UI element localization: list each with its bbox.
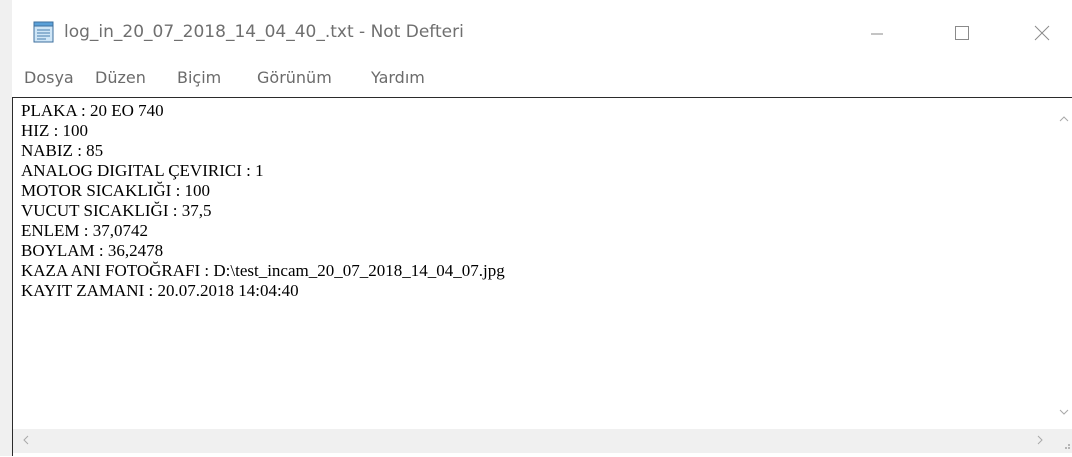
menu-file[interactable]: Dosya <box>24 68 74 87</box>
text-line: KAYIT ZAMANI : 20.07.2018 14:04:40 <box>21 281 299 300</box>
maximize-icon <box>955 26 969 40</box>
title-bar[interactable]: log_in_20_07_2018_14_04_40_.txt - Not De… <box>12 0 1072 64</box>
text-line: MOTOR SICAKLIĞI : 100 <box>21 181 211 200</box>
minimize-button[interactable] <box>847 12 907 54</box>
text-line: ANALOG DIGITAL ÇEVIRICI : 1 <box>21 161 264 180</box>
text-line: PLAKA : 20 EO 740 <box>21 101 164 120</box>
menu-edit[interactable]: Düzen <box>95 68 146 87</box>
text-line: VUCUT SICAKLIĞI : 37,5 <box>21 201 212 220</box>
resize-grip-icon <box>1065 444 1070 449</box>
resize-grip[interactable] <box>1056 429 1072 453</box>
scroll-down-icon[interactable] <box>1059 405 1069 418</box>
scroll-up-icon[interactable] <box>1059 112 1069 125</box>
scroll-right-icon[interactable] <box>1037 435 1043 448</box>
menu-view[interactable]: Görünüm <box>257 68 332 87</box>
menu-help[interactable]: Yardım <box>371 68 425 87</box>
text-line: NABIZ : 85 <box>21 141 104 160</box>
text-line: BOYLAM : 36,2478 <box>21 241 164 260</box>
menu-bar: Dosya Düzen Biçim Görünüm Yardım <box>12 64 1072 96</box>
notepad-window: log_in_20_07_2018_14_04_40_.txt - Not De… <box>12 0 1072 456</box>
desktop-edge <box>0 0 12 456</box>
horizontal-scrollbar[interactable] <box>13 429 1056 453</box>
minimize-icon <box>871 33 883 35</box>
vertical-scrollbar[interactable] <box>1056 98 1072 428</box>
close-button[interactable] <box>1012 12 1072 54</box>
scroll-left-icon[interactable] <box>23 435 29 448</box>
text-editor[interactable]: PLAKA : 20 EO 740 HIZ : 100 NABIZ : 85 ANAL… <box>12 97 1072 456</box>
document-text[interactable]: PLAKA : 20 EO 740 HIZ : 100 NABIZ : 85 ANAL… <box>21 101 1041 426</box>
text-line: HIZ : 100 <box>21 121 89 140</box>
text-line: ENLEM : 37,0742 <box>21 221 149 240</box>
window-title: log_in_20_07_2018_14_04_40_.txt - Not De… <box>64 22 464 42</box>
menu-format[interactable]: Biçim <box>177 68 221 87</box>
maximize-button[interactable] <box>932 12 992 54</box>
text-line: KAZA ANI FOTOĞRAFI : D:\test_incam_20_07… <box>21 261 505 280</box>
close-icon <box>1034 25 1050 41</box>
notepad-icon <box>32 21 56 43</box>
